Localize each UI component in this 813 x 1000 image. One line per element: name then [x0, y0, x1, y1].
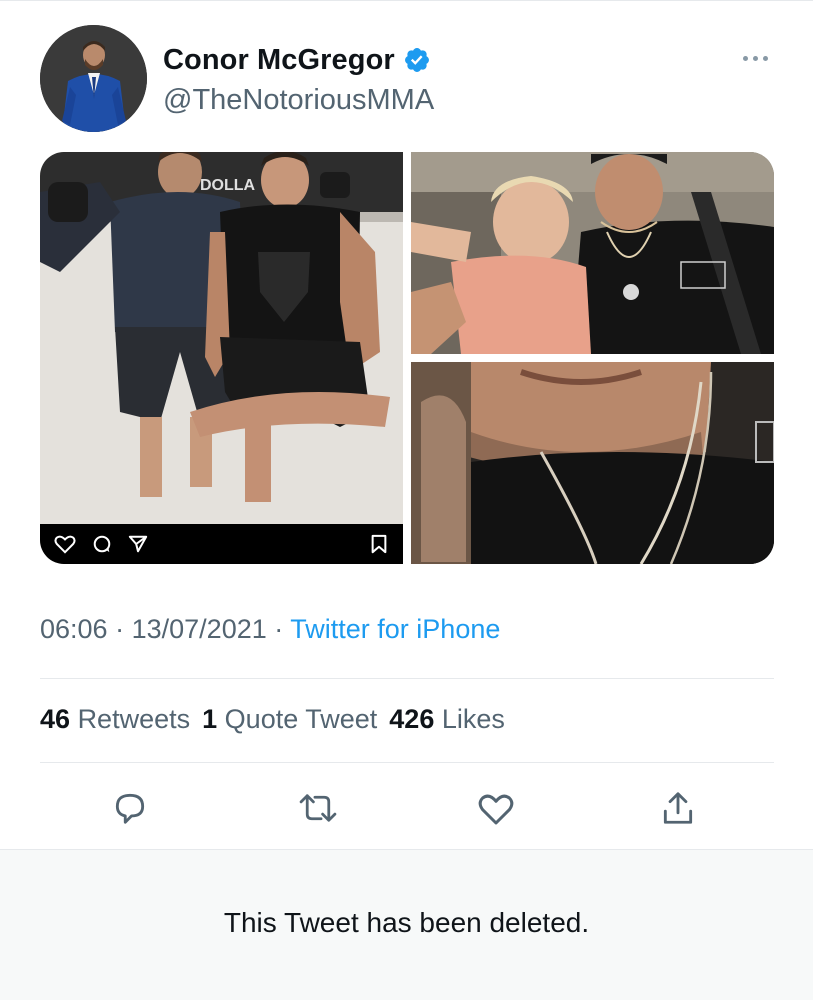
display-name[interactable]: Conor McGregor [163, 44, 395, 77]
comment-icon[interactable] [92, 534, 112, 554]
meta-separator: · [274, 614, 284, 644]
stats-divider [40, 762, 774, 763]
quotes-count: 1 [202, 704, 218, 734]
tweet-media-grid: DOLLA [40, 152, 774, 564]
top-divider [0, 0, 813, 1]
like-icon[interactable] [472, 784, 520, 832]
tweet-actions [0, 784, 813, 834]
verified-badge-icon [404, 48, 429, 72]
send-icon[interactable] [128, 534, 148, 554]
likes-count: 426 [389, 704, 435, 734]
retweets-stat[interactable]: 46 Retweets [40, 704, 190, 734]
instagram-bar [40, 524, 403, 564]
wall-text: DOLLA [200, 177, 256, 194]
meta-separator: · [115, 614, 125, 644]
share-icon[interactable] [654, 784, 702, 832]
quotes-label: Quote Tweet [224, 704, 378, 734]
tweet-time[interactable]: 06:06 [40, 614, 108, 644]
bookmark-icon[interactable] [370, 534, 388, 554]
tweet-page: Conor McGregor @TheNotoriousMMA DOLLA 06… [0, 0, 813, 1000]
retweets-count: 46 [40, 704, 71, 734]
author-name-row[interactable]: Conor McGregor [163, 42, 431, 78]
likes-stat[interactable]: 426 Likes [389, 704, 505, 734]
meta-divider [40, 678, 774, 679]
photo-gym[interactable]: DOLLA [40, 152, 403, 564]
retweets-label: Retweets [77, 704, 191, 734]
author-handle[interactable]: @TheNotoriousMMA [163, 84, 434, 117]
tweet-stats: 46 Retweets 1 Quote Tweet 426 Likes [40, 704, 505, 735]
photo-child[interactable] [411, 152, 774, 354]
retweet-icon[interactable] [294, 784, 342, 832]
quotes-stat[interactable]: 1 Quote Tweet [202, 704, 377, 734]
heart-icon[interactable] [54, 534, 76, 554]
reply-icon[interactable] [106, 784, 154, 832]
more-dots-icon[interactable] [739, 50, 771, 66]
avatar[interactable] [40, 25, 147, 132]
likes-label: Likes [441, 704, 505, 734]
tweet-source[interactable]: Twitter for iPhone [290, 614, 500, 644]
deleted-tweet-notice: This Tweet has been deleted. [223, 907, 590, 938]
tweet-date[interactable]: 13/07/2021 [132, 614, 267, 644]
photo-closeup[interactable] [411, 362, 774, 564]
tweet-timestamp: 06:06 · 13/07/2021 · Twitter for iPhone [40, 614, 500, 645]
